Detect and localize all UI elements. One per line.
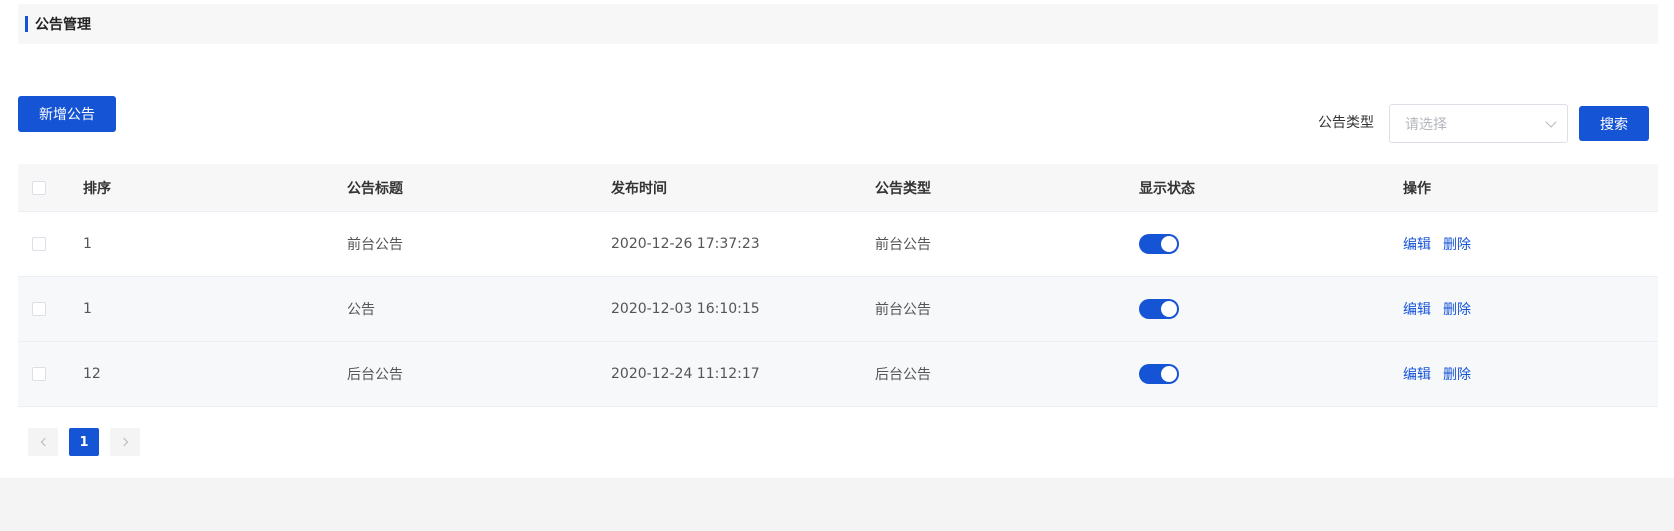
- row-checkbox[interactable]: [32, 367, 46, 381]
- edit-link[interactable]: 编辑: [1403, 364, 1431, 384]
- column-header-actions: 操作: [1403, 180, 1431, 197]
- table-row: 1 公告 2020-12-03 16:10:15 前台公告 编辑 删除: [18, 277, 1658, 342]
- pagination: 1: [28, 428, 140, 456]
- row-title: 公告: [347, 302, 375, 318]
- edit-link[interactable]: 编辑: [1403, 234, 1431, 254]
- row-actions: 编辑 删除: [1403, 364, 1658, 384]
- row-actions: 编辑 删除: [1403, 234, 1658, 254]
- delete-link[interactable]: 删除: [1443, 234, 1471, 254]
- row-title: 前台公告: [347, 237, 403, 253]
- delete-link[interactable]: 删除: [1443, 364, 1471, 384]
- toggle-knob: [1161, 366, 1177, 382]
- chevron-down-icon: [1545, 115, 1557, 128]
- column-header-title: 公告标题: [347, 180, 403, 197]
- toggle-knob: [1161, 301, 1177, 317]
- prev-page-button[interactable]: [28, 428, 58, 456]
- toggle-knob: [1161, 236, 1177, 252]
- row-status-cell: [1139, 299, 1403, 319]
- announcement-table: 排序 公告标题 发布时间 公告类型 显示状态 操作 1 前台公告 2020-12…: [18, 164, 1658, 407]
- edit-link[interactable]: 编辑: [1403, 299, 1431, 319]
- add-announcement-button[interactable]: 新增公告: [18, 96, 116, 132]
- table-header-row: 排序 公告标题 发布时间 公告类型 显示状态 操作: [18, 164, 1658, 212]
- row-publish-time: 2020-12-24 11:12:17: [611, 366, 760, 382]
- delete-link[interactable]: 删除: [1443, 299, 1471, 319]
- table-row: 1 前台公告 2020-12-26 17:37:23 前台公告 编辑 删除: [18, 212, 1658, 277]
- select-placeholder: 请选择: [1405, 116, 1447, 133]
- status-toggle[interactable]: [1139, 234, 1179, 254]
- row-type: 前台公告: [875, 237, 931, 253]
- page-header: 公告管理: [18, 4, 1658, 44]
- column-header-status: 显示状态: [1139, 180, 1195, 197]
- row-checkbox[interactable]: [32, 237, 46, 251]
- status-toggle[interactable]: [1139, 364, 1179, 384]
- row-status-cell: [1139, 364, 1403, 384]
- announcement-type-select[interactable]: 请选择: [1389, 104, 1568, 143]
- row-type: 前台公告: [875, 302, 931, 318]
- row-publish-time: 2020-12-26 17:37:23: [611, 236, 760, 252]
- row-checkbox-cell: [18, 237, 83, 251]
- select-all-checkbox[interactable]: [32, 180, 46, 195]
- row-title: 后台公告: [347, 367, 403, 383]
- row-order: 12: [83, 366, 101, 382]
- next-page-button[interactable]: [110, 428, 140, 456]
- column-header-publish-time: 发布时间: [611, 180, 667, 197]
- row-order: 1: [83, 236, 92, 252]
- page-number-current[interactable]: 1: [69, 428, 99, 456]
- table-row: 12 后台公告 2020-12-24 11:12:17 后台公告 编辑 删除: [18, 342, 1658, 407]
- search-button[interactable]: 搜索: [1579, 106, 1649, 141]
- chevron-right-icon: [119, 437, 128, 447]
- chevron-left-icon: [40, 437, 49, 447]
- column-header-type: 公告类型: [875, 180, 931, 197]
- row-status-cell: [1139, 234, 1403, 254]
- title-accent-bar: [25, 16, 28, 32]
- page-title: 公告管理: [35, 17, 91, 33]
- row-type: 后台公告: [875, 367, 931, 383]
- announcement-type-label: 公告类型: [1318, 115, 1374, 131]
- row-checkbox-cell: [18, 302, 83, 316]
- row-checkbox-cell: [18, 367, 83, 381]
- status-toggle[interactable]: [1139, 299, 1179, 319]
- select-all-cell: [18, 180, 83, 195]
- column-header-order: 排序: [83, 180, 111, 197]
- main-panel: 公告管理 新增公告 公告类型 请选择 搜索 排序 公告标题 发布时间 公告类型 …: [0, 0, 1674, 478]
- row-checkbox[interactable]: [32, 302, 46, 316]
- row-actions: 编辑 删除: [1403, 299, 1658, 319]
- row-order: 1: [83, 301, 92, 317]
- row-publish-time: 2020-12-03 16:10:15: [611, 301, 760, 317]
